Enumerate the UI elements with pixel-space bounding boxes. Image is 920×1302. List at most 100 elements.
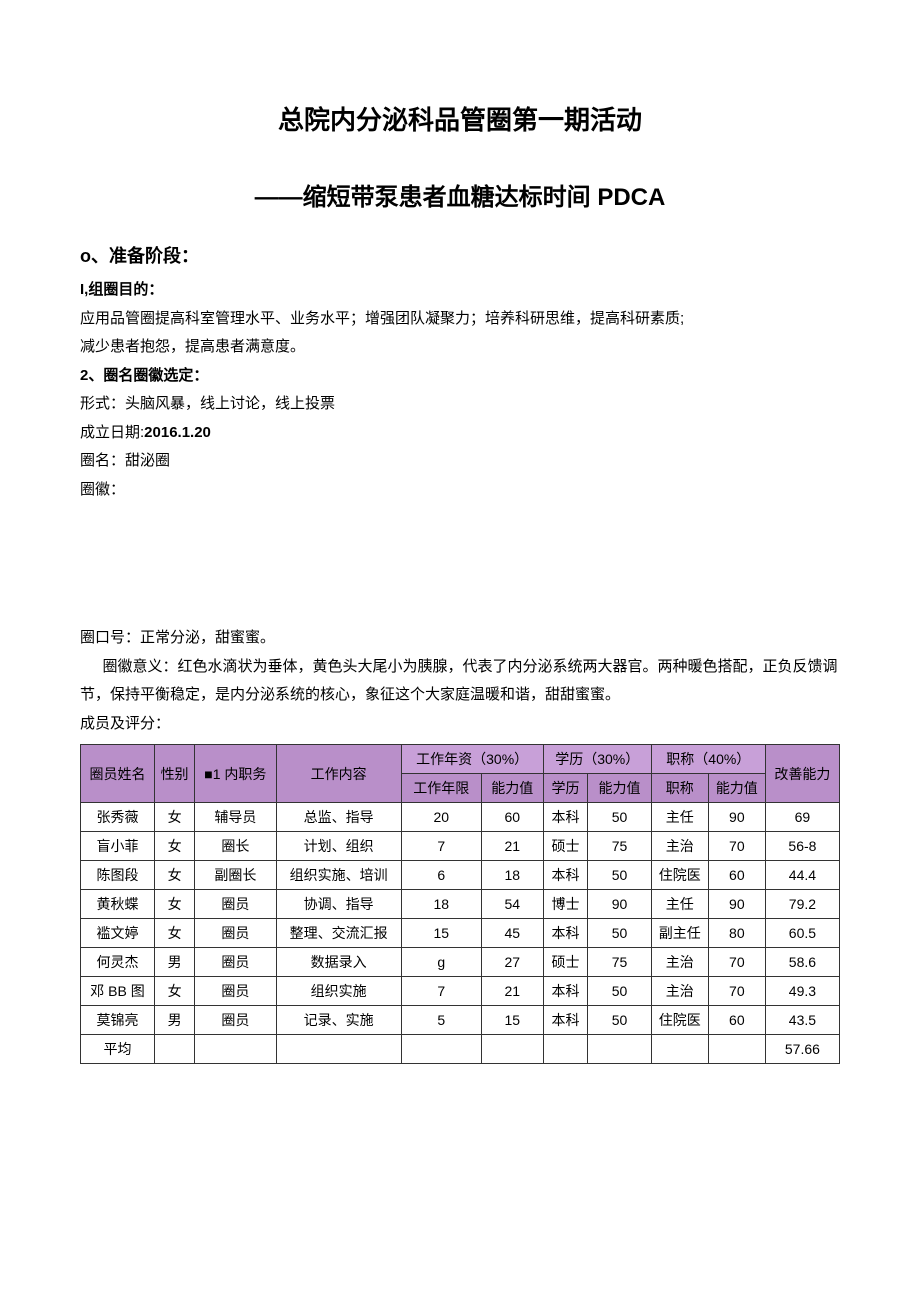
table-cell: 女 bbox=[155, 861, 195, 890]
table-cell: 44.4 bbox=[765, 861, 839, 890]
table-cell bbox=[588, 1035, 652, 1064]
table-cell: 陈图段 bbox=[81, 861, 155, 890]
table-cell: 圈员 bbox=[195, 948, 277, 977]
table-cell: 主治 bbox=[651, 832, 708, 861]
purpose-line-2: 减少患者抱怨，提高患者满意度。 bbox=[80, 333, 840, 362]
prep-heading: o、准备阶段： bbox=[80, 242, 840, 268]
table-cell: g bbox=[401, 948, 481, 977]
th-work: 工作内容 bbox=[276, 745, 401, 803]
th-title-group: 职称（40%） bbox=[651, 745, 765, 774]
table-cell: 56-8 bbox=[765, 832, 839, 861]
circle-badge-line: 圈徽： bbox=[80, 476, 840, 505]
members-label: 成员及评分： bbox=[80, 710, 840, 739]
table-cell: 女 bbox=[155, 919, 195, 948]
table-cell: 50 bbox=[588, 1006, 652, 1035]
purpose-label: I,组圈目的： bbox=[80, 276, 840, 305]
th-edu-score: 能力值 bbox=[588, 774, 652, 803]
table-cell: 女 bbox=[155, 977, 195, 1006]
table-cell: 住院医 bbox=[651, 1006, 708, 1035]
table-cell bbox=[651, 1035, 708, 1064]
table-cell: 43.5 bbox=[765, 1006, 839, 1035]
table-cell: 黄秋蝶 bbox=[81, 890, 155, 919]
table-cell: 7 bbox=[401, 977, 481, 1006]
table-cell: 协调、指导 bbox=[276, 890, 401, 919]
table-cell: 总监、指导 bbox=[276, 803, 401, 832]
table-cell: 21 bbox=[481, 977, 543, 1006]
table-head: 圈员姓名 性别 ■1 内职务 工作内容 工作年资（30%） 学历（30%） 职称… bbox=[81, 745, 840, 803]
table-cell: 莫锦亮 bbox=[81, 1006, 155, 1035]
table-cell bbox=[195, 1035, 277, 1064]
table-cell: 主任 bbox=[651, 890, 708, 919]
table-cell: 住院医 bbox=[651, 861, 708, 890]
table-cell: 21 bbox=[481, 832, 543, 861]
table-cell bbox=[276, 1035, 401, 1064]
founded-line: 成立日期:2016.1.20 bbox=[80, 419, 840, 448]
table-cell: 女 bbox=[155, 803, 195, 832]
table-cell: 18 bbox=[401, 890, 481, 919]
meaning-line: 圈徽意义：红色水滴状为垂体，黄色头大尾小为胰腺，代表了内分泌系统两大器官。两种暖… bbox=[80, 653, 840, 710]
table-cell: 本科 bbox=[543, 919, 588, 948]
table-cell: 圈长 bbox=[195, 832, 277, 861]
th-tenure-score: 能力值 bbox=[481, 774, 543, 803]
table-cell: 50 bbox=[588, 977, 652, 1006]
table-row-average: 平均 57.66 bbox=[81, 1035, 840, 1064]
th-role: ■1 内职务 bbox=[195, 745, 277, 803]
table-row: 邓 BB 图女圈员组织实施721本科50主治7049.3 bbox=[81, 977, 840, 1006]
table-cell: 本科 bbox=[543, 977, 588, 1006]
table-cell: 27 bbox=[481, 948, 543, 977]
table-cell: 本科 bbox=[543, 803, 588, 832]
th-title-score: 能力值 bbox=[708, 774, 765, 803]
th-gender: 性别 bbox=[155, 745, 195, 803]
table-cell: 45 bbox=[481, 919, 543, 948]
document-page: 总院内分泌科品管圈第一期活动 ——缩短带泵患者血糖达标时间 PDCA o、准备阶… bbox=[0, 0, 920, 1124]
table-cell: 79.2 bbox=[765, 890, 839, 919]
table-cell: 记录、实施 bbox=[276, 1006, 401, 1035]
members-table: 圈员姓名 性别 ■1 内职务 工作内容 工作年资（30%） 学历（30%） 职称… bbox=[80, 744, 840, 1064]
table-cell: 70 bbox=[708, 948, 765, 977]
table-cell: 数据录入 bbox=[276, 948, 401, 977]
table-cell: 辅导员 bbox=[195, 803, 277, 832]
table-cell: 60 bbox=[708, 861, 765, 890]
table-cell: 49.3 bbox=[765, 977, 839, 1006]
table-cell: 15 bbox=[401, 919, 481, 948]
table-cell: 75 bbox=[588, 948, 652, 977]
table-cell: 58.6 bbox=[765, 948, 839, 977]
table-cell: 57.66 bbox=[765, 1035, 839, 1064]
table-row: 张秀薇女辅导员总监、指导2060本科50主任9069 bbox=[81, 803, 840, 832]
table-cell: 90 bbox=[588, 890, 652, 919]
table-cell: 平均 bbox=[81, 1035, 155, 1064]
table-cell: 54 bbox=[481, 890, 543, 919]
th-title: 职称 bbox=[651, 774, 708, 803]
table-cell: 主治 bbox=[651, 948, 708, 977]
table-cell: 褴文婷 bbox=[81, 919, 155, 948]
table-row: 何灵杰男圈员数据录入g27硕士75主治7058.6 bbox=[81, 948, 840, 977]
table-cell: 69 bbox=[765, 803, 839, 832]
table-cell: 硕士 bbox=[543, 832, 588, 861]
table-cell: 75 bbox=[588, 832, 652, 861]
table-cell: 本科 bbox=[543, 861, 588, 890]
table-cell: 50 bbox=[588, 861, 652, 890]
table-cell: 男 bbox=[155, 948, 195, 977]
table-row: 黄秋蝶女圈员协调、指导1854博士90主任9079.2 bbox=[81, 890, 840, 919]
badge-image-placeholder bbox=[80, 504, 840, 624]
th-tenure-years: 工作年限 bbox=[401, 774, 481, 803]
table-cell bbox=[708, 1035, 765, 1064]
table-cell: 圈员 bbox=[195, 890, 277, 919]
table-cell: 女 bbox=[155, 832, 195, 861]
table-cell: 女 bbox=[155, 890, 195, 919]
table-header-row-1: 圈员姓名 性别 ■1 内职务 工作内容 工作年资（30%） 学历（30%） 职称… bbox=[81, 745, 840, 774]
table-cell: 盲小菲 bbox=[81, 832, 155, 861]
table-cell: 70 bbox=[708, 977, 765, 1006]
table-cell: 主任 bbox=[651, 803, 708, 832]
th-edu-group: 学历（30%） bbox=[543, 745, 651, 774]
purpose-line-1: 应用品管圈提高科室管理水平、业务水平；增强团队凝聚力；培养科研思维，提高科研素质… bbox=[80, 305, 840, 334]
table-row: 陈图段女副圈长组织实施、培训618本科50住院医6044.4 bbox=[81, 861, 840, 890]
table-cell: 主治 bbox=[651, 977, 708, 1006]
table-cell: 70 bbox=[708, 832, 765, 861]
page-title: 总院内分泌科品管圈第一期活动 bbox=[80, 100, 840, 137]
table-cell: 50 bbox=[588, 803, 652, 832]
th-edu: 学历 bbox=[543, 774, 588, 803]
table-cell bbox=[401, 1035, 481, 1064]
table-cell: 整理、交流汇报 bbox=[276, 919, 401, 948]
table-cell: 副主任 bbox=[651, 919, 708, 948]
